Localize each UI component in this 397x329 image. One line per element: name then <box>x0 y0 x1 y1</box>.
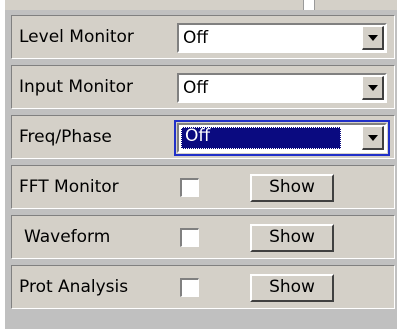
row-waveform: Waveform Show <box>11 215 395 259</box>
freq-phase-value: Off <box>185 126 211 146</box>
level-monitor-dropdown[interactable]: Off <box>177 23 387 53</box>
level-monitor-value: Off <box>183 28 209 48</box>
fft-monitor-show-button[interactable]: Show <box>250 174 334 202</box>
row-level-monitor: Level Monitor Off <box>11 15 395 59</box>
prot-analysis-label: Prot Analysis <box>19 277 129 297</box>
monitor-settings-panel: Level Monitor Off Input Monitor Off Freq… <box>5 10 397 329</box>
row-freq-phase: Freq/Phase Off <box>11 115 395 159</box>
chevron-down-icon <box>368 35 378 41</box>
level-monitor-dropdown-button[interactable] <box>362 26 384 50</box>
chevron-down-icon <box>368 85 378 91</box>
top-strip <box>5 0 397 10</box>
fft-monitor-label: FFT Monitor <box>19 177 119 197</box>
waveform-checkbox[interactable] <box>180 228 199 247</box>
input-monitor-dropdown-button[interactable] <box>362 76 384 100</box>
fft-monitor-checkbox[interactable] <box>180 178 199 197</box>
row-fft-monitor: FFT Monitor Show <box>11 165 395 209</box>
prot-analysis-checkbox[interactable] <box>180 278 199 297</box>
waveform-show-button[interactable]: Show <box>250 224 334 252</box>
freq-phase-dropdown[interactable]: Off <box>174 120 390 156</box>
prot-analysis-show-button[interactable]: Show <box>250 274 334 302</box>
top-notch <box>303 0 315 10</box>
row-prot-analysis: Prot Analysis Show <box>11 265 395 309</box>
row-input-monitor: Input Monitor Off <box>11 65 395 109</box>
input-monitor-dropdown[interactable]: Off <box>177 73 387 103</box>
input-monitor-label: Input Monitor <box>19 77 134 97</box>
freq-phase-label: Freq/Phase <box>19 127 112 147</box>
input-monitor-value: Off <box>183 78 209 98</box>
freq-phase-dropdown-button[interactable] <box>362 126 384 150</box>
waveform-label: Waveform <box>24 227 111 247</box>
level-monitor-label: Level Monitor <box>19 27 134 47</box>
chevron-down-icon <box>368 135 378 141</box>
